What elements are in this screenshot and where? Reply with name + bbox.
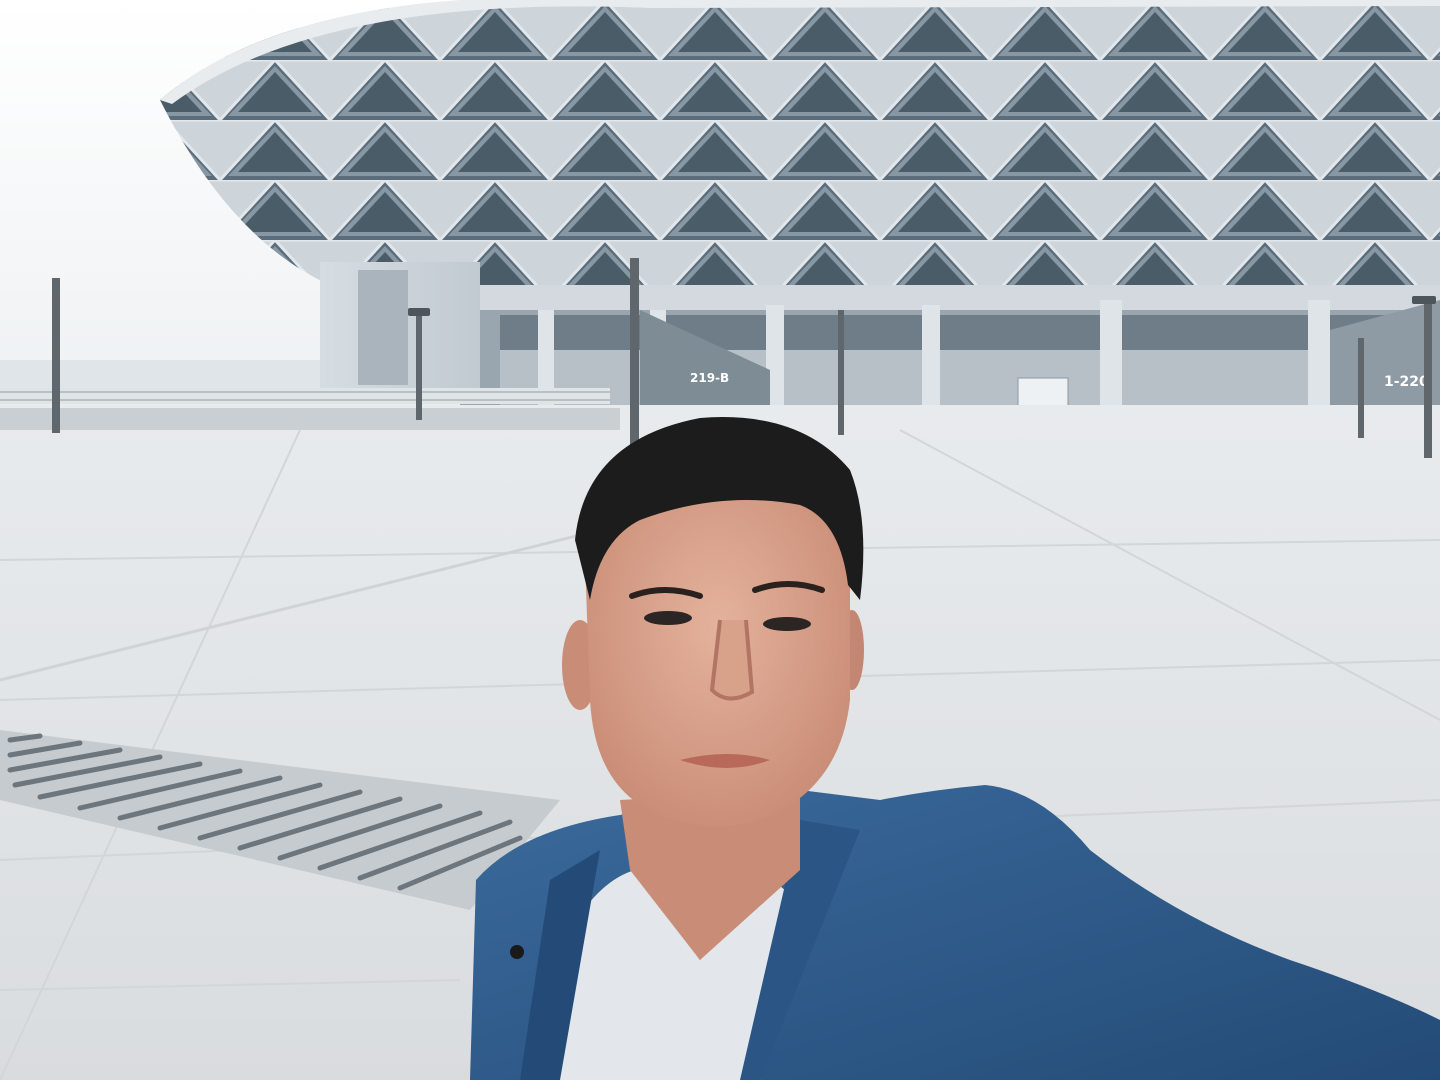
sign-right: 1-220 [1384, 374, 1429, 390]
jacket-button [510, 945, 524, 959]
railing [0, 388, 610, 404]
photo-illustration: 219-B 1-220 [0, 0, 1440, 1080]
eye-right [763, 617, 811, 631]
plaza-curb [0, 408, 620, 430]
tower-panel [358, 270, 408, 385]
photo-scene: 219-B 1-220 [0, 0, 1440, 1080]
stadium: 219-B 1-220 [160, 0, 1440, 420]
stadium-concourse-roof [460, 285, 1440, 310]
eye-left [644, 611, 692, 625]
sign-left: 219-B [690, 371, 729, 385]
nose [709, 619, 755, 701]
horizon-haze [0, 360, 320, 390]
stadium-facade [160, 0, 1440, 285]
